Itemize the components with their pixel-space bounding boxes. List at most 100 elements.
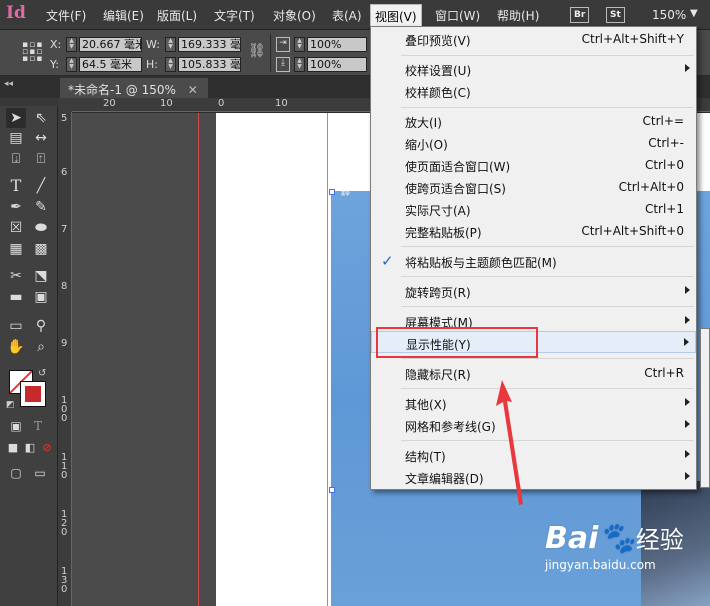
gradient-feather-tool-icon[interactable]: ▣ [31,287,51,307]
frame-handle[interactable] [329,189,335,195]
stroke-swatch[interactable] [20,381,46,407]
height-field[interactable]: 105.833 毫 [178,57,241,72]
formatting-container-icon[interactable]: ▣ [6,416,26,436]
checkmark-icon: ✓ [381,252,394,270]
scale-y-stepper[interactable]: ▲ ▼ [294,57,305,72]
table-tool-icon[interactable]: ▦ [6,239,26,259]
apply-none-icon[interactable]: ⊘ [37,438,57,458]
menu-item-proof-setup[interactable]: 校样设置(U) [371,58,696,80]
menu-separator [401,388,694,389]
bridge-button[interactable]: Br [570,7,590,23]
ruler-tick: 8 [61,281,68,292]
menu-item-hide-rulers[interactable]: 隐藏标尺(R) Ctrl+R [371,362,696,384]
direct-selection-tool-icon[interactable]: ⇖ [31,108,51,128]
y-field[interactable]: 64.5 毫米 [79,57,142,72]
document-tab[interactable]: *未命名-1 @ 150% ✕ [60,78,208,98]
menu-type[interactable]: 文字(T) [214,7,255,24]
menu-edit[interactable]: 编辑(E) [103,7,144,24]
gap-tool-icon[interactable]: ↔ [31,128,51,148]
bleed-guide [198,113,199,606]
tools-panel-grip[interactable] [0,98,58,106]
menu-item-actual-size[interactable]: 实际尺寸(A) Ctrl+1 [371,198,696,220]
y-stepper[interactable]: ▲ ▼ [66,57,77,72]
rectangle-frame-tool-icon[interactable]: ☒ [6,218,26,238]
frame-handle[interactable] [329,487,335,493]
menu-item-rotate-spread[interactable]: 旋转跨页(R) [371,280,696,302]
ruler-tick: 5 [61,113,68,124]
menu-item-structure[interactable]: 结构(T) [371,444,696,466]
content-placer-icon[interactable]: ⍐ [31,149,51,169]
menu-object[interactable]: 对象(O) [273,7,316,24]
scale-y-field[interactable]: 100% [307,57,367,72]
x-stepper[interactable]: ▲ ▼ [66,37,77,52]
x-field[interactable]: 20.667 毫米 [79,37,142,52]
formatting-text-icon[interactable]: T [28,416,48,436]
menu-item-fit-spread[interactable]: 使跨页适合窗口(S) Ctrl+Alt+0 [371,176,696,198]
pencil-tool-icon[interactable]: ✎ [31,197,51,217]
menu-item-story-editor[interactable]: 文章编辑器(D) [371,466,696,488]
menu-item-zoom-in[interactable]: 放大(I) Ctrl+= [371,110,696,132]
gradient-swatch-tool-icon[interactable]: ▬ [6,287,26,307]
screen-mode-icon[interactable]: ▭ [30,463,50,483]
menu-separator [401,55,694,56]
zoom-tool-icon[interactable]: ⌕ [31,337,51,357]
content-collector-icon[interactable]: ⍗ [6,149,26,169]
view-mode-icon[interactable]: ▢ [6,463,26,483]
selection-tool-icon[interactable]: ➤ [6,108,26,128]
swap-colors-icon[interactable]: ↺ [38,368,46,379]
grid-tool-icon[interactable]: ▩ [31,239,51,259]
menu-layout[interactable]: 版面(L) [157,7,197,24]
divider [270,34,271,72]
close-icon[interactable]: ✕ [188,83,198,97]
default-colors-icon[interactable]: ◩ [6,400,15,410]
type-tool-icon[interactable]: T [6,176,26,196]
menu-item-proof-colors[interactable]: 校样颜色(C) [371,80,696,102]
menu-item-zoom-out[interactable]: 缩小(O) Ctrl+- [371,132,696,154]
width-field[interactable]: 169.333 毫 [178,37,241,52]
h-stepper[interactable]: ▲ ▼ [165,57,176,72]
menu-item-fit-page[interactable]: 使页面适合窗口(W) Ctrl+0 [371,154,696,176]
note-tool-icon[interactable]: ▭ [6,316,26,336]
menu-table[interactable]: 表(A) [332,7,362,24]
ruler-tick: 1 3 0 [61,566,68,595]
y-label: Y: [50,58,59,71]
ruler-tick: 10 [160,98,173,109]
menu-help[interactable]: 帮助(H) [497,7,539,24]
menu-item-overprint-preview[interactable]: 叠印预览(V) Ctrl+Alt+Shift+Y [371,28,696,50]
w-stepper[interactable]: ▲ ▼ [165,37,176,52]
ruler-tick: 9 [61,338,68,349]
eyedropper-tool-icon[interactable]: ⚲ [31,316,51,336]
stock-button[interactable]: St [606,7,625,23]
vertical-ruler[interactable]: 5 6 7 8 9 1 0 0 1 1 0 1 2 0 1 3 0 [58,112,72,606]
reference-point-icon[interactable]: ▪▫▪ ▫▪▫ ▪▫▪ [22,41,42,64]
menu-item-entire-pasteboard[interactable]: 完整粘贴板(P) Ctrl+Alt+Shift+0 [371,220,696,242]
hand-tool-icon[interactable]: ✋ [6,337,26,357]
free-transform-tool-icon[interactable]: ⬔ [31,266,51,286]
menu-separator [401,276,694,277]
collapse-panel-icon[interactable]: ◂◂ [4,79,13,89]
ruler-corner[interactable] [58,98,72,112]
menu-window[interactable]: 窗口(W) [435,7,480,24]
submenu-arrow-icon [685,64,690,72]
scissors-tool-icon[interactable]: ✂ [6,266,26,286]
menu-item-extras[interactable]: 其他(X) [371,392,696,414]
link-chain-icon[interactable]: ⛓ [339,186,352,197]
pen-tool-icon[interactable]: ✒ [6,197,26,217]
ruler-tick: 1 2 0 [61,509,68,538]
zoom-level[interactable]: 150% [652,8,686,22]
submenu-arrow-icon [684,338,689,346]
display-performance-submenu[interactable] [700,328,710,488]
page-tool-icon[interactable]: ▤ [6,128,26,148]
scale-x-field[interactable]: 100% [307,37,367,52]
paw-icon: 🐾 [598,521,636,556]
menu-view[interactable]: 视图(V) [370,4,422,27]
ruler-tick: 10 [275,98,288,109]
ellipse-tool-icon[interactable]: ⬬ [31,218,51,238]
menu-file[interactable]: 文件(F) [46,7,86,24]
constrain-proportions-icon[interactable]: ⛓ [248,43,266,59]
menu-item-match-pasteboard-theme[interactable]: ✓ 将粘贴板与主题颜色匹配(M) [371,250,696,272]
line-tool-icon[interactable]: ╱ [31,176,51,196]
chevron-down-icon[interactable]: ▼ [690,8,698,19]
scale-x-stepper[interactable]: ▲ ▼ [294,37,305,52]
menu-item-grids-guides[interactable]: 网格和参考线(G) [371,414,696,436]
